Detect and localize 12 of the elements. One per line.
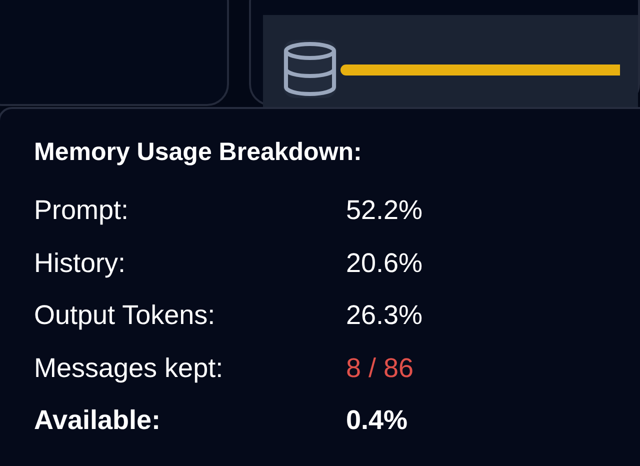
row-label: Available: (34, 404, 162, 437)
row-label: Output Tokens: (34, 299, 216, 332)
row-value: 20.6% (346, 246, 423, 280)
database-icon (283, 40, 338, 98)
tooltip-title: Memory Usage Breakdown: (34, 137, 362, 167)
row-label: Messages kept: (34, 352, 224, 385)
row-value: 8 / 86 (346, 352, 414, 384)
row-label: Prompt: (34, 194, 130, 227)
row-value: 26.3% (346, 299, 423, 332)
row-value: 0.4% (346, 404, 408, 437)
row-value: 52.2% (346, 194, 423, 227)
row-label: History: (34, 246, 127, 280)
